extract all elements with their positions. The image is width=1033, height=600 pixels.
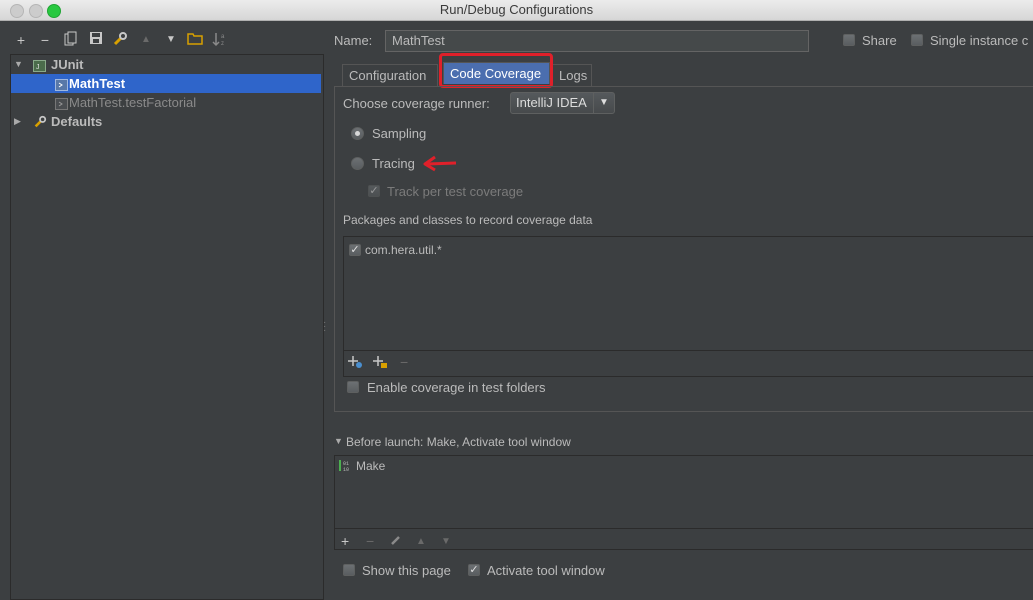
tracing-radio[interactable] (351, 157, 364, 170)
tree-label: MathTest (69, 76, 126, 91)
activate-tool-window-checkbox[interactable]: ✓ (468, 564, 480, 576)
list-divider (344, 350, 1033, 351)
before-launch-header: Before launch: Make, Activate tool windo… (346, 435, 571, 449)
name-field[interactable]: MathTest (385, 30, 809, 52)
track-per-test-checkbox[interactable]: ✓ (368, 185, 380, 197)
test-config-icon (55, 96, 68, 110)
name-label: Name: (334, 33, 373, 48)
before-launch-list: 01 10 Make + − ▲ ▼ (334, 455, 1033, 550)
enable-test-folders-checkbox[interactable] (347, 381, 359, 393)
share-label: Share (862, 33, 897, 48)
tab-logs[interactable]: Logs (552, 64, 592, 86)
tree-node-junit[interactable]: ▼ J JUnit (11, 55, 321, 74)
collapse-arrow-icon[interactable]: ▶ (14, 112, 24, 131)
title-bar: Run/Debug Configurations (0, 0, 1033, 21)
tree-label: JUnit (51, 57, 84, 72)
make-icon: 01 10 (338, 459, 352, 473)
single-instance-label: Single instance c (930, 33, 1029, 48)
window-title: Run/Debug Configurations (439, 2, 594, 17)
coverage-runner-select[interactable]: IntelliJ IDEA ▼ (510, 92, 615, 114)
move-task-up-button[interactable]: ▲ (416, 535, 426, 549)
runner-value: IntelliJ IDEA (516, 95, 587, 110)
enable-test-folders-label: Enable coverage in test folders (367, 380, 546, 395)
save-icon[interactable] (87, 31, 105, 49)
share-checkbox[interactable] (843, 34, 855, 46)
move-up-button[interactable]: ▲ (137, 31, 155, 49)
before-launch-list-body (335, 456, 1033, 528)
activate-tool-window-label: Activate tool window (487, 563, 605, 578)
tree-node-testfactorial[interactable]: MathTest.testFactorial (11, 93, 321, 112)
package-label: com.hera.util.* (365, 243, 442, 257)
move-down-button[interactable]: ▼ (162, 31, 180, 49)
packages-label: Packages and classes to record coverage … (343, 213, 593, 227)
test-config-icon (55, 77, 68, 91)
wrench-icon[interactable] (111, 31, 129, 49)
wrench-icon (33, 115, 47, 128)
move-task-down-button[interactable]: ▼ (441, 535, 451, 549)
add-class-button[interactable] (348, 354, 364, 372)
junit-icon: J (33, 58, 46, 72)
single-instance-checkbox[interactable] (911, 34, 923, 46)
add-configuration-button[interactable]: + (12, 31, 30, 49)
add-task-button[interactable]: + (341, 534, 349, 548)
svg-text:z: z (221, 41, 224, 47)
collapse-arrow-icon[interactable]: ▼ (334, 436, 343, 446)
svg-text:a: a (221, 34, 225, 40)
svg-text:J: J (36, 64, 40, 71)
add-package-button[interactable] (373, 354, 389, 372)
package-checkbox[interactable]: ✓ (349, 244, 361, 256)
show-page-checkbox[interactable] (343, 564, 355, 576)
expand-arrow-icon[interactable]: ▼ (14, 55, 24, 74)
packages-list: ✓ com.hera.util.* − (343, 236, 1033, 377)
tree-node-mathtest[interactable]: MathTest (11, 74, 321, 93)
packages-list-body (344, 237, 1033, 350)
tab-configuration[interactable]: Configuration (342, 64, 438, 86)
make-label: Make (356, 459, 386, 473)
configurations-pane: + − ▲ ▼ az ▼ J JUnit MathTest MathTest.t… (0, 21, 326, 600)
tree-label: MathTest.testFactorial (69, 95, 197, 110)
folder-icon[interactable] (186, 31, 204, 49)
remove-task-button[interactable]: − (366, 534, 374, 548)
remove-configuration-button[interactable]: − (36, 31, 54, 49)
chevron-down-icon: ▼ (593, 93, 614, 113)
red-arrow-icon (423, 155, 457, 172)
sort-icon[interactable]: az (211, 31, 229, 49)
list-divider (335, 528, 1033, 529)
highlight-box (439, 53, 553, 88)
configuration-tree: ▼ J JUnit MathTest MathTest.testFactoria… (10, 54, 324, 600)
sampling-radio[interactable] (351, 127, 364, 140)
pencil-icon[interactable] (390, 534, 402, 548)
tracing-label: Tracing (372, 156, 415, 171)
tree-label: Defaults (51, 114, 103, 129)
runner-label: Choose coverage runner: (343, 96, 490, 111)
remove-package-button[interactable]: − (400, 355, 408, 369)
sampling-label: Sampling (372, 126, 427, 141)
tree-node-defaults[interactable]: ▶ Defaults (11, 112, 321, 131)
track-per-test-label: Track per test coverage (387, 184, 524, 199)
splitter-handle[interactable]: · · · (323, 318, 327, 336)
svg-text:10: 10 (343, 467, 349, 473)
show-page-label: Show this page (362, 563, 451, 578)
copy-icon[interactable] (62, 31, 80, 49)
